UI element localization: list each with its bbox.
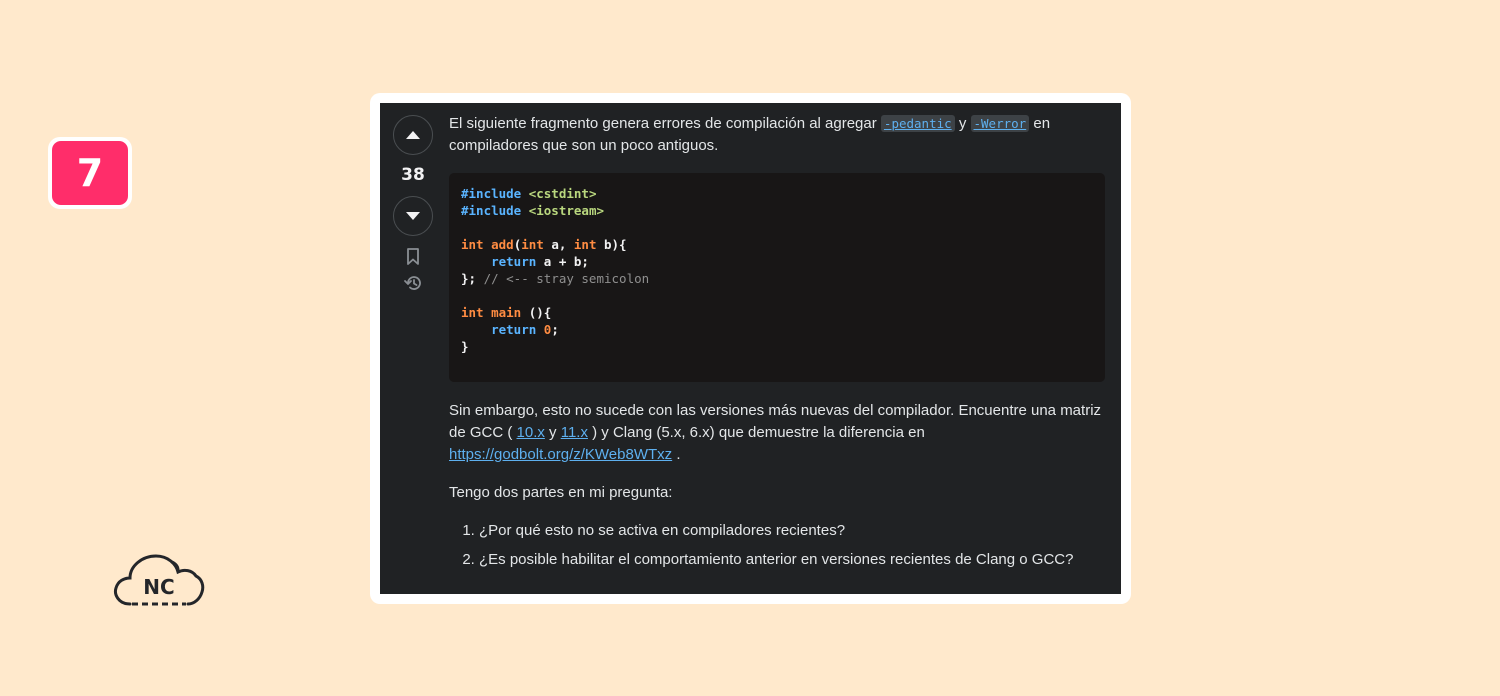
list-item: ¿Es posible habilitar el comportamiento … [479,549,1105,571]
code-token: a + b; [536,254,589,269]
code-token: int [573,237,597,252]
code-line: int add(int a, int b){ [461,237,627,252]
intro-paragraph: El siguiente fragmento genera errores de… [449,113,1105,157]
description-text-4: . [672,446,681,463]
code-line: }; // <-- stray semicolon [461,271,649,286]
code-token: int [521,237,544,252]
intro-text-mid: y [958,115,967,132]
link-gcc-11x[interactable]: 11.x [561,424,588,441]
arrow-down-icon [406,212,420,220]
code-token: int [461,305,484,320]
code-token: return [491,254,537,269]
pedantic-flag-link[interactable]: -pedantic [880,115,955,132]
code-line: } [461,339,469,354]
code-token: #include [461,186,529,201]
code-token: b){ [596,237,627,252]
code-line: #include <cstdint> [461,186,596,201]
question-card: 38 El siguiente fragmento genera errores… [380,103,1121,594]
description-text-2: y [544,424,561,441]
code-token: // <-- stray semicolon [483,271,650,286]
history-icon [404,276,421,290]
code-line: return a + b; [461,254,589,269]
code-token: <cstdint> [528,186,597,201]
description-text-3: ) y Clang (5.x, 6.x) que demuestre la di… [587,424,925,441]
code-token: } [461,339,469,354]
questions-list: ¿Por qué esto no se activa en compilador… [449,520,1105,571]
code-token: return [491,322,537,337]
code-token: add [491,237,514,252]
arrow-up-icon [406,131,420,139]
history-button[interactable] [393,274,433,292]
link-gcc-10x[interactable]: 10.x [517,424,545,441]
code-token: a, [543,237,574,252]
code-token: main [491,305,522,320]
logo-text: NC [143,575,174,599]
number-badge-frame: 7 [48,137,132,209]
description-paragraph: Sin embargo, esto no sucede con las vers… [449,400,1105,466]
question-card-frame: 38 El siguiente fragmento genera errores… [370,93,1131,604]
intro-text-start: El siguiente fragmento genera errores de… [449,115,881,132]
questions-intro: Tengo dos partes en mi pregunta: [449,484,673,501]
bookmark-icon [407,248,419,265]
code-token: int [461,237,484,252]
werror-flag-link[interactable]: -Werror [970,115,1030,132]
upvote-button[interactable] [393,115,433,155]
code-token: <iostream> [528,203,604,218]
code-block: #include <cstdint> #include <iostream> i… [449,173,1105,382]
downvote-button[interactable] [393,196,433,236]
code-line: #include <iostream> [461,203,604,218]
post-body: El siguiente fragmento genera errores de… [449,113,1105,578]
number-badge: 7 [52,141,128,205]
code-token: (){ [521,305,552,320]
code-line: int main (){ [461,305,551,320]
bookmark-button[interactable] [393,248,433,266]
vote-column: 38 [393,115,433,292]
list-item: ¿Por qué esto no se activa en compilador… [479,520,1105,542]
code-line: return 0; [461,322,559,337]
nc-cloud-logo: NC [112,548,206,612]
code-token: }; [461,271,484,286]
link-godbolt[interactable]: https://godbolt.org/z/KWeb8WTxz [449,446,672,463]
vote-count: 38 [401,165,425,185]
code-token: #include [461,203,529,218]
code-token: ; [551,322,559,337]
